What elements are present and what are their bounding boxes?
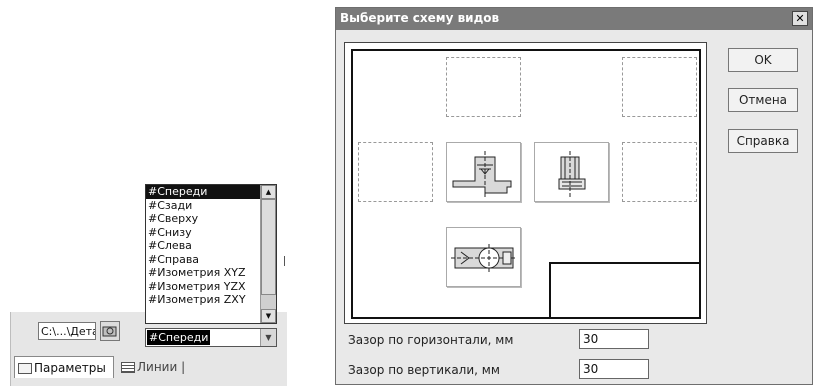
view-scheme-area [344, 42, 707, 324]
scroll-up-arrow-icon[interactable]: ▲ [261, 185, 276, 199]
chevron-down-icon[interactable]: ▼ [260, 329, 276, 346]
vertical-gap-input[interactable]: 30 [579, 359, 649, 379]
title-block-stamp [549, 262, 699, 317]
horizontal-gap-input[interactable]: 30 [579, 329, 649, 349]
view-slot-top-view[interactable] [446, 227, 521, 287]
tab-parameters[interactable]: Параметры [14, 356, 114, 378]
view-slot-middle-left[interactable] [358, 142, 433, 202]
view-slot-front[interactable] [446, 142, 521, 202]
tab-label: Линии [137, 360, 178, 374]
tab-lines[interactable]: Линии | [118, 356, 185, 378]
file-path-field[interactable]: C:\...\Дета.. [38, 322, 96, 340]
dropdown-option[interactable]: #Справа [146, 253, 260, 267]
dropdown-option[interactable]: #Изометрия XYZ [146, 266, 260, 280]
dialog-titlebar: Выберите схему видов ✕ [336, 8, 812, 30]
view-scheme-dialog: Выберите схему видов ✕ OK Отмена Справка… [335, 7, 813, 385]
dropdown-option[interactable]: #Слева [146, 239, 260, 253]
horizontal-gap-label: Зазор по горизонтали, мм [348, 333, 514, 347]
dropdown-option[interactable]: #Изометрия ZXY [146, 293, 260, 307]
divider [284, 256, 285, 266]
left-view-icon [558, 151, 586, 199]
ok-button[interactable]: OK [728, 48, 798, 72]
close-icon[interactable]: ✕ [792, 11, 808, 26]
top-view-icon [451, 244, 517, 272]
vertical-gap-label: Зазор по вертикали, мм [348, 363, 500, 377]
help-button[interactable]: Справка [728, 129, 798, 153]
tab-label: Параметры [34, 361, 106, 375]
view-slot-top-center[interactable] [446, 57, 521, 117]
scroll-down-arrow-icon[interactable]: ▼ [261, 309, 276, 323]
drawing-sheet [351, 49, 701, 319]
lines-icon [121, 362, 135, 373]
folder-browse-icon [102, 326, 117, 337]
view-slot-middle-right[interactable] [622, 142, 697, 202]
browse-file-button[interactable] [100, 321, 120, 341]
front-view-icon [452, 151, 512, 199]
dropdown-option[interactable]: #Изометрия YZX [146, 280, 260, 294]
view-orientation-combobox[interactable]: #Спереди ▼ [145, 328, 277, 347]
dropdown-option[interactable]: #Снизу [146, 226, 260, 240]
view-slot-left[interactable] [534, 142, 609, 202]
dropdown-option[interactable]: #Сзади [146, 199, 260, 213]
parameters-icon [18, 363, 32, 374]
view-slot-top-right[interactable] [622, 57, 697, 117]
scroll-thumb[interactable] [261, 199, 276, 295]
dialog-title: Выберите схему видов [340, 11, 500, 25]
panel-tabs: Параметры Линии | [12, 356, 284, 380]
dropdown-option[interactable]: #Спереди [146, 185, 260, 199]
view-orientation-dropdown-list[interactable]: #Спереди #Сзади #Сверху #Снизу #Слева #С… [145, 184, 277, 324]
cancel-button[interactable]: Отмена [728, 88, 798, 112]
combobox-value: #Спереди [147, 330, 211, 345]
dropdown-scrollbar[interactable]: ▲ ▼ [260, 185, 276, 323]
dropdown-option[interactable]: #Сверху [146, 212, 260, 226]
